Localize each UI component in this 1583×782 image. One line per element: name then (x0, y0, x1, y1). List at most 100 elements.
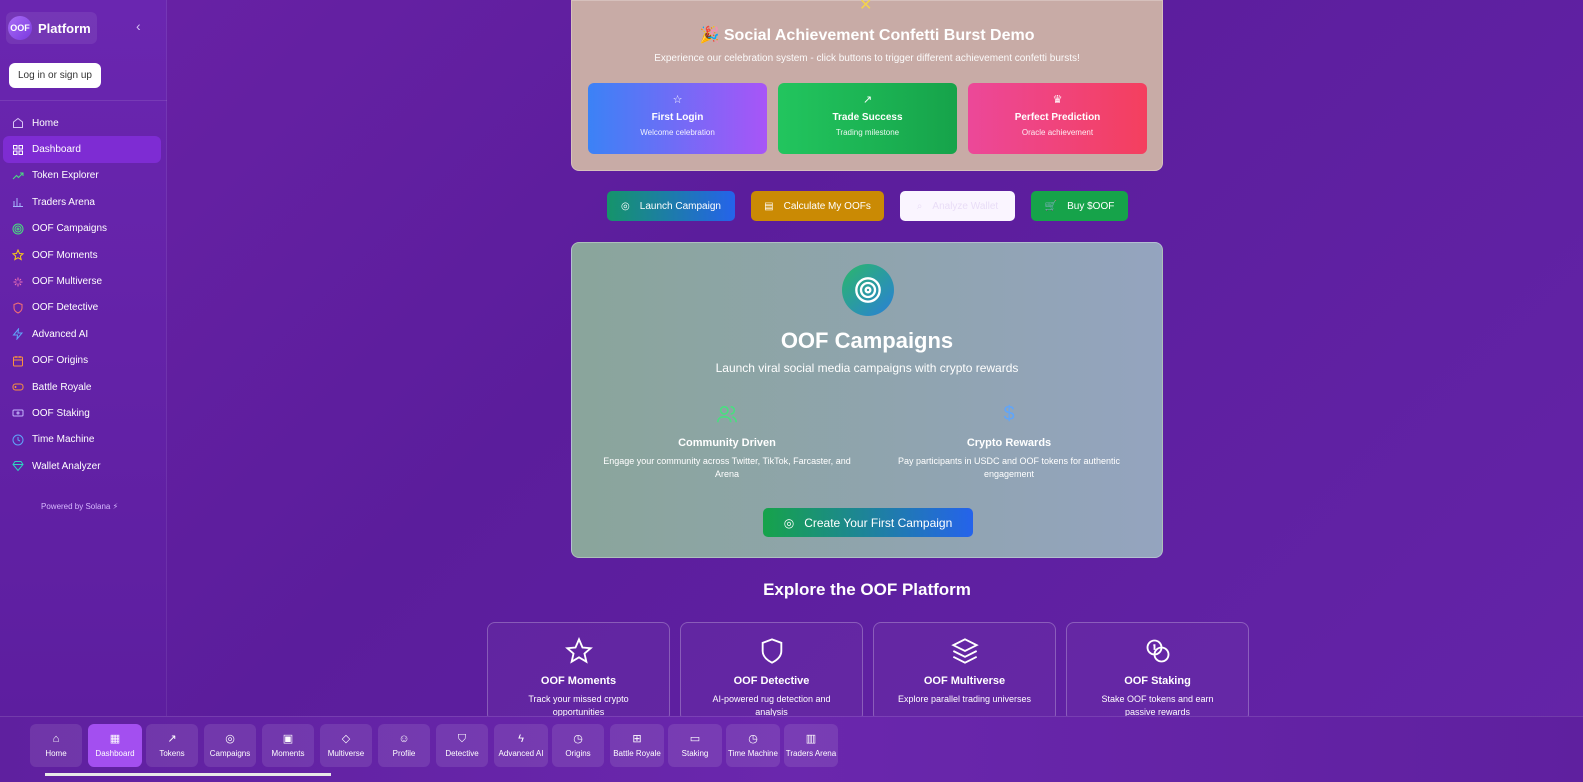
bottom-nav-label: Tokens (159, 748, 185, 758)
bottom-nav-moments[interactable]: ▣ Moments (262, 724, 314, 767)
feature-title: Crypto Rewards (966, 437, 1052, 449)
bar-chart-icon (11, 196, 24, 209)
bottom-nav-tokens[interactable]: ↗ Tokens (146, 724, 198, 767)
campaigns-title: OOF Campaigns (780, 328, 954, 353)
sidebar-item-dashboard[interactable]: Dashboard (3, 136, 161, 163)
horizontal-scrollbar[interactable] (45, 773, 331, 776)
bottom-nav-battle-royale[interactable]: ⊞ Battle Royale (610, 724, 664, 767)
bottom-nav-label: Profile (392, 748, 416, 758)
gem-icon (11, 460, 24, 473)
bottom-nav-label: Dashboard (95, 748, 135, 758)
sidebar-item-oof-campaigns[interactable]: OOF Campaigns (3, 216, 161, 242)
tile-oof-detective[interactable]: OOF Detective AI-powered rug detection a… (680, 622, 863, 722)
bottom-nav-home[interactable]: ⌂ Home (30, 724, 82, 767)
sidebar-item-time-machine[interactable]: Time Machine (3, 427, 161, 453)
brand-name: Platform (38, 20, 91, 36)
target-icon (842, 264, 894, 316)
gamepad-icon: ⊞ (632, 732, 642, 745)
sidebar-item-oof-staking[interactable]: OOF Staking (3, 400, 161, 426)
bottom-nav-detective[interactable]: ⛉ Detective (436, 724, 488, 767)
tile-desc: Track your missed crypto opportunities (528, 694, 629, 717)
star-icon (488, 637, 669, 667)
sidebar-item-token-explorer[interactable]: Token Explorer (3, 163, 161, 189)
bottom-nav-label: Multiverse (327, 748, 365, 758)
target-icon (11, 222, 24, 235)
first-login-button[interactable]: ☆ First Login Welcome celebration (588, 83, 767, 154)
tile-oof-moments[interactable]: OOF Moments Track your missed crypto opp… (487, 622, 670, 722)
bottom-nav-campaigns[interactable]: ◎ Campaigns (204, 724, 256, 767)
login-button[interactable]: Log in or sign up (9, 63, 101, 88)
launch-campaign-button[interactable]: ◎ Launch Campaign (607, 191, 735, 221)
create-campaign-button[interactable]: ◎ Create Your First Campaign (763, 508, 973, 537)
sidebar-item-oof-origins[interactable]: OOF Origins (3, 348, 161, 374)
divider (0, 100, 167, 101)
home-icon (11, 117, 24, 130)
target-icon: ◎ (621, 200, 630, 212)
sidebar-item-home[interactable]: Home (3, 110, 161, 136)
explore-title: Explore the OOF Platform (763, 580, 971, 599)
confetti-subtitle: Experience our celebration system - clic… (654, 53, 1080, 64)
shield-icon: ⛉ (457, 732, 467, 745)
sidebar-item-label: Home (32, 117, 59, 129)
brand[interactable]: OOF Platform (6, 12, 97, 44)
sidebar-item-oof-detective[interactable]: OOF Detective (3, 295, 161, 321)
tile-title: OOF Moments (540, 675, 617, 687)
trending-up-icon: ↗ (862, 94, 873, 106)
sidebar-item-advanced-ai[interactable]: Advanced AI (3, 321, 161, 347)
clock-icon: ◷ (748, 732, 758, 745)
gem-icon: ◇ (341, 732, 351, 745)
button-label: Buy $OOF (1067, 200, 1115, 212)
achievement-subtitle: Trading milestone (835, 128, 900, 137)
bottom-nav-origins[interactable]: ◷ Origins (552, 724, 604, 767)
chevron-left-icon[interactable]: ‹ (136, 18, 141, 34)
tile-oof-staking[interactable]: OOF Staking Stake OOF tokens and earn pa… (1066, 622, 1249, 722)
button-label: Create Your First Campaign (804, 515, 953, 530)
achievement-title: First Login (651, 112, 704, 123)
analyze-wallet-button[interactable]: ⌕ Analyze Wallet (900, 191, 1015, 221)
sidebar-item-oof-multiverse[interactable]: OOF Multiverse (3, 268, 161, 294)
bottom-nav-label: Detective (445, 748, 479, 758)
buy-oof-button[interactable]: 🛒 Buy $OOF (1031, 191, 1128, 221)
bottom-nav-dashboard[interactable]: ▦ Dashboard (88, 724, 142, 767)
trending-up-icon (11, 169, 24, 182)
bottom-nav-time-machine[interactable]: ◷ Time Machine (726, 724, 780, 767)
grid-icon: ▦ (109, 732, 121, 745)
tile-desc: AI-powered rug detection and analysis (712, 694, 831, 717)
bottom-nav-label: Campaigns (209, 748, 251, 758)
perfect-prediction-button[interactable]: ♛ Perfect Prediction Oracle achievement (968, 83, 1147, 154)
sidebar-item-wallet-analyzer[interactable]: Wallet Analyzer (3, 453, 161, 479)
sidebar-item-label: Advanced AI (32, 328, 89, 340)
calendar-icon: ▣ (282, 732, 294, 745)
bottom-nav-label: Staking (681, 748, 709, 758)
bottom-nav-traders-arena[interactable]: ▥ Traders Arena (784, 724, 838, 767)
sidebar-nav: Home Dashboard Token Explorer Traders Ar… (3, 110, 161, 479)
grid-icon (11, 143, 24, 156)
sidebar-item-battle-royale[interactable]: Battle Royale (3, 374, 161, 400)
sidebar-item-label: OOF Multiverse (32, 276, 103, 288)
crown-icon: ♛ (1052, 94, 1063, 106)
sidebar-item-traders-arena[interactable]: Traders Arena (3, 189, 161, 215)
bottom-nav-profile[interactable]: ☺ Profile (378, 724, 430, 767)
trade-success-button[interactable]: ↗ Trade Success Trading milestone (778, 83, 957, 154)
calculate-oofs-button[interactable]: ▤ Calculate My OOFs (751, 191, 884, 221)
confetti-demo-card: ✕ 🎉 Social Achievement Confetti Burst De… (571, 0, 1163, 171)
clock-icon (11, 433, 24, 446)
campaigns-card: OOF Campaigns Launch viral social media … (571, 242, 1163, 558)
bottom-nav-multiverse[interactable]: ◇ Multiverse (320, 724, 372, 767)
sparkle-icon (11, 275, 24, 288)
sidebar-item-label: OOF Detective (32, 302, 99, 314)
button-label: Launch Campaign (639, 200, 721, 212)
tile-desc: Stake OOF tokens and earn passive reward… (1101, 694, 1214, 717)
sidebar-item-oof-moments[interactable]: OOF Moments (3, 242, 161, 268)
sidebar-item-label: Dashboard (32, 144, 81, 156)
clock-icon: ◷ (573, 732, 583, 745)
bottom-nav-staking[interactable]: ▭ Staking (668, 724, 722, 767)
tile-desc: Explore parallel trading universes (897, 694, 1032, 704)
tile-title: OOF Multiverse (923, 675, 1006, 687)
brand-logo: OOF (8, 16, 32, 40)
tile-oof-multiverse[interactable]: OOF Multiverse Explore parallel trading … (873, 622, 1056, 722)
achievement-title: Trade Success (832, 112, 903, 123)
bottom-nav-advanced-ai[interactable]: ϟ Advanced AI (494, 724, 548, 767)
shield-icon (681, 637, 862, 667)
coin-icon (11, 407, 24, 420)
